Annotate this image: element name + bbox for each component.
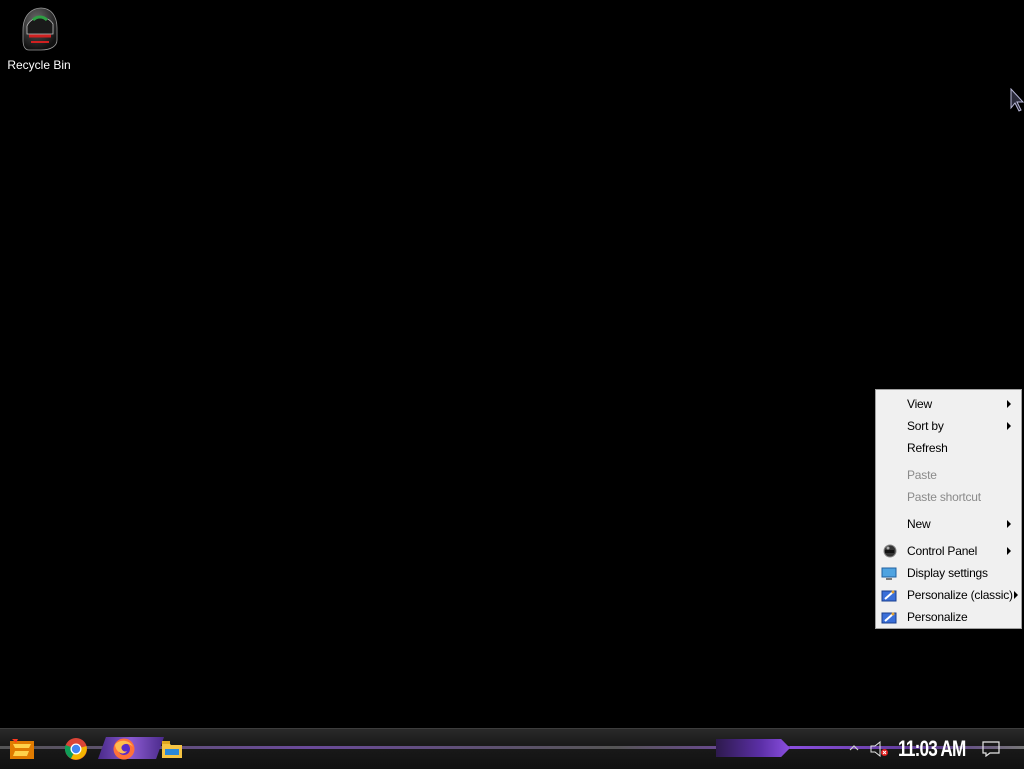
- menu-item-personalize-classic[interactable]: Personalize (classic): [876, 584, 1021, 606]
- menu-item-label: Personalize: [907, 610, 968, 624]
- menu-item-label: Control Panel: [907, 544, 978, 558]
- chrome-icon: [64, 738, 87, 760]
- submenu-arrow-icon: [1007, 422, 1011, 430]
- desktop-context-menu: View Sort by Refresh Paste Paste shortcu…: [875, 389, 1022, 629]
- display-settings-icon: [881, 567, 897, 580]
- taskbar-firefox-button[interactable]: [110, 735, 138, 763]
- taskbar-file-explorer-button[interactable]: [158, 735, 186, 763]
- menu-item-control-panel[interactable]: Control Panel: [876, 540, 1021, 562]
- control-panel-icon: [883, 544, 897, 558]
- folder-icon: [162, 741, 182, 758]
- desktop-icon-recycle-bin[interactable]: Recycle Bin: [6, 6, 72, 76]
- menu-item-label: Paste: [907, 468, 937, 482]
- action-center-icon[interactable]: [982, 741, 1000, 757]
- menu-item-label: Display settings: [907, 566, 988, 580]
- mouse-pointer-icon: [1010, 88, 1024, 112]
- menu-item-paste-shortcut[interactable]: Paste shortcut: [876, 486, 1021, 508]
- menu-item-view[interactable]: View: [876, 393, 1021, 415]
- volume-muted-icon[interactable]: [869, 741, 889, 757]
- submenu-arrow-icon: [1014, 591, 1018, 599]
- menu-item-label: Sort by: [907, 419, 944, 433]
- start-icon: [10, 739, 34, 759]
- menu-item-paste[interactable]: Paste: [876, 464, 1021, 486]
- menu-item-personalize[interactable]: Personalize: [876, 606, 1021, 628]
- personalize-icon: [881, 612, 897, 624]
- menu-item-new[interactable]: New: [876, 513, 1021, 535]
- chevron-up-icon[interactable]: [848, 743, 860, 753]
- submenu-arrow-icon: [1007, 547, 1011, 555]
- recycle-bin-label: Recycle Bin: [7, 58, 71, 72]
- menu-item-sort-by[interactable]: Sort by: [876, 415, 1021, 437]
- menu-item-label: New: [907, 517, 931, 531]
- submenu-arrow-icon: [1007, 400, 1011, 408]
- taskbar: 11:03 AM: [0, 728, 1024, 769]
- taskbar-clock[interactable]: 11:03 AM: [898, 736, 966, 762]
- recycle-bin-icon: [22, 7, 58, 51]
- submenu-arrow-icon: [1007, 520, 1011, 528]
- taskbar-decoration-right: [716, 739, 790, 757]
- menu-item-label: Refresh: [907, 441, 948, 455]
- menu-item-label: Paste shortcut: [907, 490, 981, 504]
- firefox-icon: [113, 738, 135, 760]
- personalize-icon: [881, 590, 897, 602]
- menu-item-refresh[interactable]: Refresh: [876, 437, 1021, 459]
- menu-item-display-settings[interactable]: Display settings: [876, 562, 1021, 584]
- menu-item-label: Personalize (classic): [907, 588, 1013, 602]
- menu-item-label: View: [907, 397, 932, 411]
- start-button[interactable]: [8, 735, 36, 763]
- taskbar-chrome-button[interactable]: [62, 735, 90, 763]
